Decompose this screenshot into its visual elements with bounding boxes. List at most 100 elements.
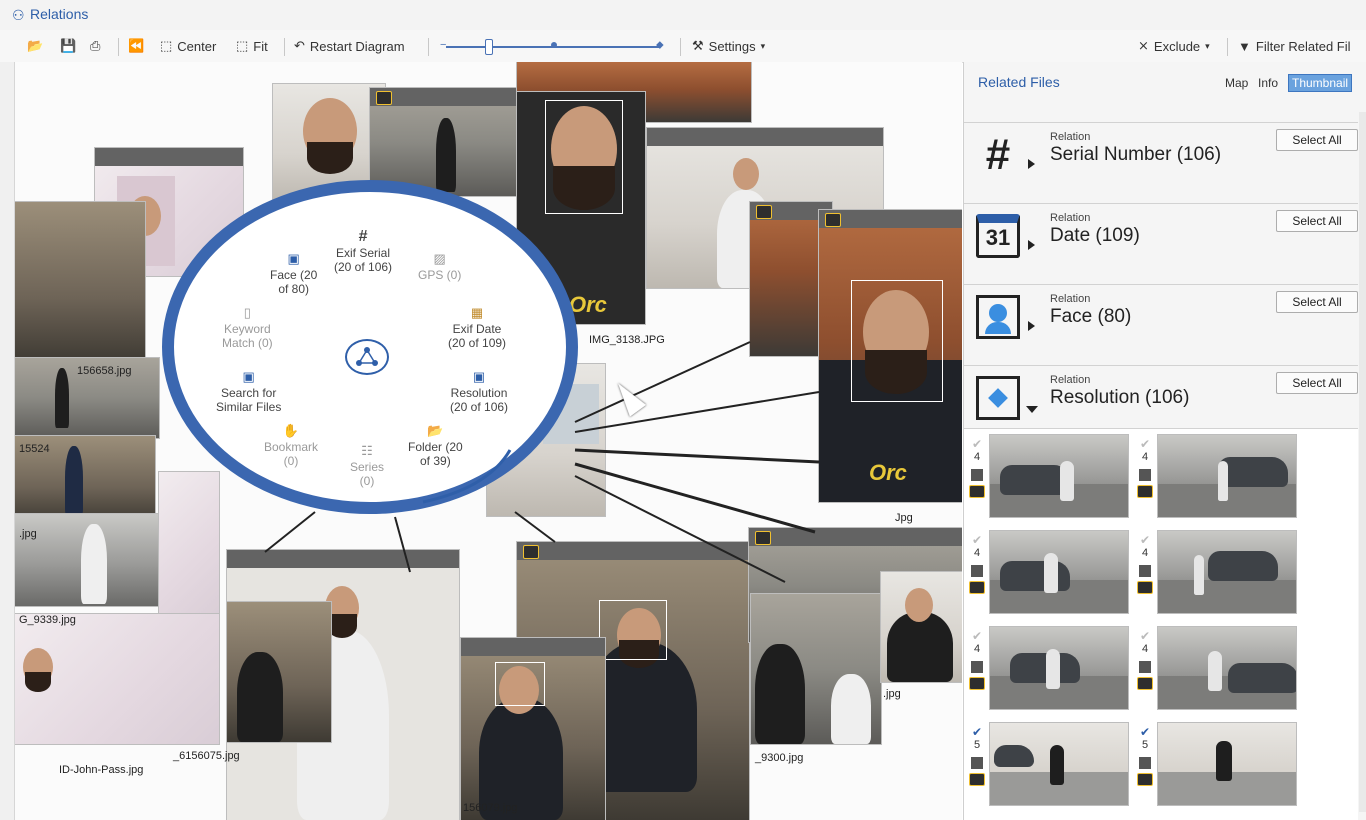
expand-caret-icon[interactable]	[1026, 406, 1038, 413]
connector-line	[264, 511, 316, 553]
thumb-meta: ✔ 4	[968, 533, 986, 594]
stack-icon	[1139, 661, 1151, 673]
stack-icon	[971, 757, 983, 769]
car-shape	[1010, 653, 1080, 683]
search-label: Search for	[220, 386, 277, 400]
settings-button[interactable]: ⚒ Settings ▾	[692, 37, 765, 55]
tab-thumbnail[interactable]: Thumbnail	[1288, 74, 1353, 92]
thumb-meta: ✔ 5	[968, 725, 986, 786]
back-button[interactable]: ⏪	[128, 37, 144, 55]
check-icon[interactable]: ✔	[1140, 629, 1150, 643]
check-icon[interactable]: ✔	[972, 533, 982, 547]
related-files-panel: Related Files Map Info Thumbnail # Relat…	[963, 62, 1366, 820]
zoom-out-icon[interactable]: −	[440, 39, 446, 51]
rewind-icon: ⏪	[128, 38, 145, 53]
relation-row-face[interactable]: Relation Face (80) Select All	[964, 284, 1358, 363]
series-count: (0)	[359, 474, 375, 488]
window-title: Relations	[30, 6, 89, 22]
wheel-item-exif-serial[interactable]: # Exif Serial (20 of 106)	[334, 228, 393, 275]
exif-serial-count: (20 of 106)	[334, 260, 393, 274]
hash-icon: #	[985, 130, 1011, 179]
person-image	[1060, 461, 1074, 501]
select-all-button[interactable]: Select All	[1276, 129, 1358, 151]
check-icon[interactable]: ✔	[972, 725, 982, 739]
connector-line	[574, 391, 820, 433]
wheel-item-gps[interactable]: ▨ GPS (0)	[418, 251, 462, 283]
thumbnail[interactable]	[990, 627, 1128, 709]
thumbnail[interactable]	[990, 723, 1128, 805]
camera-badge-icon	[969, 581, 985, 594]
expand-caret-icon[interactable]	[1028, 240, 1035, 250]
settings-label: Settings	[708, 38, 756, 54]
check-icon[interactable]: ✔	[1140, 437, 1150, 451]
panel-title: Related Files	[978, 74, 1060, 90]
wheel-item-search-similar[interactable]: ▣ Search for Similar Files	[216, 370, 281, 415]
relations-hub-icon[interactable]	[345, 339, 389, 375]
wheel-item-folder[interactable]: 📂 Folder (20 of 39)	[408, 424, 463, 469]
gps-label: GPS (0)	[418, 268, 462, 282]
zoom-slider-midpoint	[551, 42, 557, 48]
face-icon: ▣	[287, 251, 300, 266]
wheel-item-series[interactable]: ☷ Series (0)	[350, 444, 385, 489]
connector-line	[394, 516, 411, 573]
stack-icon	[1139, 469, 1151, 481]
thumbnail[interactable]	[1158, 723, 1296, 805]
filter-icon: ▼	[1238, 38, 1251, 54]
open-button[interactable]: 📂	[27, 37, 43, 55]
filter-related-files-button[interactable]: ▼ Filter Related Fil	[1238, 37, 1351, 55]
thumbnail[interactable]	[1158, 531, 1296, 613]
thumbnail[interactable]	[990, 435, 1128, 517]
check-icon[interactable]: ✔	[972, 629, 982, 643]
select-all-button[interactable]: Select All	[1276, 372, 1358, 394]
relation-row-date[interactable]: 31 Relation Date (109) Select All	[964, 203, 1358, 282]
relations-icon: ⚇	[12, 7, 25, 23]
thumbnail[interactable]	[1158, 435, 1296, 517]
person-image	[1216, 741, 1232, 781]
panel-scrollbar[interactable]	[1359, 112, 1366, 812]
camera-badge-icon	[969, 677, 985, 690]
thumb-meta: ✔ 4	[1136, 533, 1154, 594]
select-all-button[interactable]: Select All	[1276, 291, 1358, 313]
wheel-item-exif-date[interactable]: ▦ Exif Date (20 of 109)	[448, 306, 506, 351]
print-button[interactable]: ⎙	[90, 37, 100, 55]
check-icon[interactable]: ✔	[1140, 725, 1150, 739]
expand-caret-icon[interactable]	[1028, 321, 1035, 331]
stack-icon	[971, 661, 983, 673]
toolbar-divider	[1227, 38, 1228, 56]
wheel-item-resolution[interactable]: ▣ Resolution (20 of 106)	[450, 370, 508, 415]
person-image	[1218, 461, 1228, 501]
thumbnail[interactable]	[1158, 627, 1296, 709]
series-label: Series	[350, 460, 385, 474]
zoom-in-icon[interactable]: ⬥	[656, 39, 664, 52]
save-button[interactable]: 💾	[60, 37, 76, 55]
wheel-item-keyword-match[interactable]: ▯ Keyword Match (0)	[222, 306, 273, 351]
check-icon[interactable]: ✔	[1140, 533, 1150, 547]
tab-info[interactable]: Info	[1258, 76, 1278, 90]
thumb-count: 5	[1141, 739, 1149, 751]
zoom-slider-handle[interactable]	[485, 39, 493, 55]
select-all-button[interactable]: Select All	[1276, 210, 1358, 232]
filter-exclude-icon: ⨯	[1138, 38, 1149, 53]
exclude-button[interactable]: ⨯ Exclude ▾	[1138, 37, 1210, 55]
connector-line	[574, 462, 816, 534]
wheel-item-bookmark[interactable]: ✋ Bookmark (0)	[264, 424, 318, 469]
hash-icon: #	[358, 228, 368, 245]
wheel-item-face[interactable]: ▣ Face (20 of 80)	[270, 251, 317, 297]
road-shape	[1158, 580, 1296, 613]
check-icon[interactable]: ✔	[972, 437, 982, 451]
fit-button[interactable]: ⬚ Fit	[236, 37, 268, 55]
thumb-meta: ✔ 4	[968, 437, 986, 498]
center-label: Center	[177, 38, 217, 54]
center-button[interactable]: ⬚ Center	[160, 37, 216, 55]
folder-open-icon: 📂	[27, 38, 44, 53]
map-icon: ▨	[433, 251, 446, 266]
tab-map[interactable]: Map	[1225, 76, 1248, 90]
restart-diagram-button[interactable]: ↶ Restart Diagram	[294, 37, 405, 55]
relation-row-serial[interactable]: # Relation Serial Number (106) Select Al…	[964, 122, 1358, 201]
expand-caret-icon[interactable]	[1028, 159, 1035, 169]
thumb-count: 4	[973, 643, 981, 655]
connector-line	[574, 475, 786, 583]
stack-icon	[971, 469, 983, 481]
thumbnail[interactable]	[990, 531, 1128, 613]
relation-name: Resolution (106)	[1050, 387, 1190, 408]
